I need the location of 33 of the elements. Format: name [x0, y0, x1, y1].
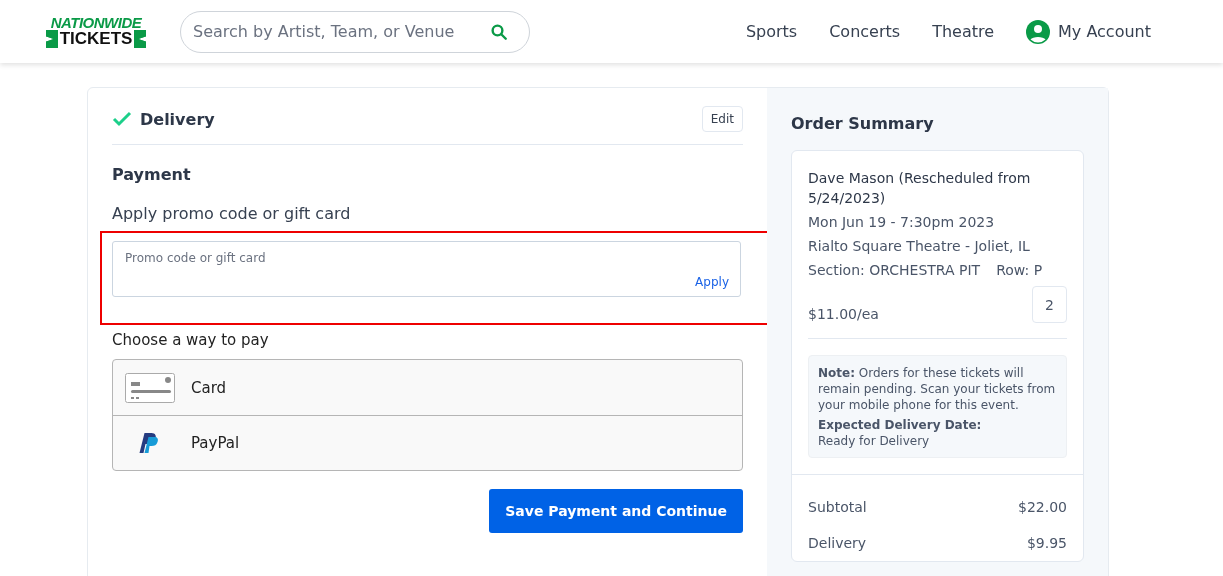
apply-link[interactable]: Apply	[695, 275, 729, 289]
user-icon	[1026, 19, 1051, 44]
credit-card-icon	[125, 372, 175, 403]
seat-section: Section: ORCHESTRA PIT	[808, 260, 981, 280]
payment-option[interactable]: PayPal	[113, 415, 742, 470]
total-label: Subtotal	[808, 499, 867, 515]
ticket-price: $11.00/ea	[808, 306, 879, 322]
seat-row-text: Row: P	[996, 261, 1043, 280]
event-date: Mon Jun 19 - 7:30pm 2023	[808, 213, 996, 232]
edit-button[interactable]: Edit	[701, 106, 743, 132]
summary-title: Order Summary	[791, 114, 935, 133]
section-title: Payment	[112, 165, 192, 184]
section-title: Delivery	[140, 109, 215, 129]
search-icon[interactable]	[490, 22, 508, 41]
total-value: $22.00	[1018, 499, 1067, 515]
payment-option[interactable]: Card	[113, 360, 742, 415]
nav-link[interactable]: Sports	[745, 22, 798, 41]
promo-label: Apply promo code or gift card	[112, 204, 352, 223]
delivery-date-label: Expected Delivery Date:	[818, 417, 983, 433]
event-title: Dave Mason (Rescheduled from 5/24/2023)	[808, 169, 1032, 208]
account-link[interactable]: My Account	[1026, 19, 1151, 44]
search-field[interactable]: Search by Artist, Team, or Venue	[180, 10, 530, 53]
paypal-icon	[139, 433, 159, 453]
payment-label: Choose a way to pay	[112, 331, 270, 349]
total-value: $9.95	[1026, 535, 1067, 551]
nav-link[interactable]: Concerts	[829, 22, 901, 41]
quantity-field[interactable]: 2	[1032, 286, 1067, 323]
total-label: Delivery	[808, 535, 867, 551]
delivery-date: Ready for Delivery	[818, 433, 931, 449]
nav-link[interactable]: Theatre	[932, 22, 995, 41]
event-venue: Rialto Square Theatre - Joliet, IL	[808, 237, 1031, 256]
save-payment-button[interactable]: Save Payment and Continue	[489, 489, 743, 533]
note-text: Note: Orders for these tickets will remain pending. Scan your tickets from your mobile phone for this event.	[818, 365, 1057, 413]
